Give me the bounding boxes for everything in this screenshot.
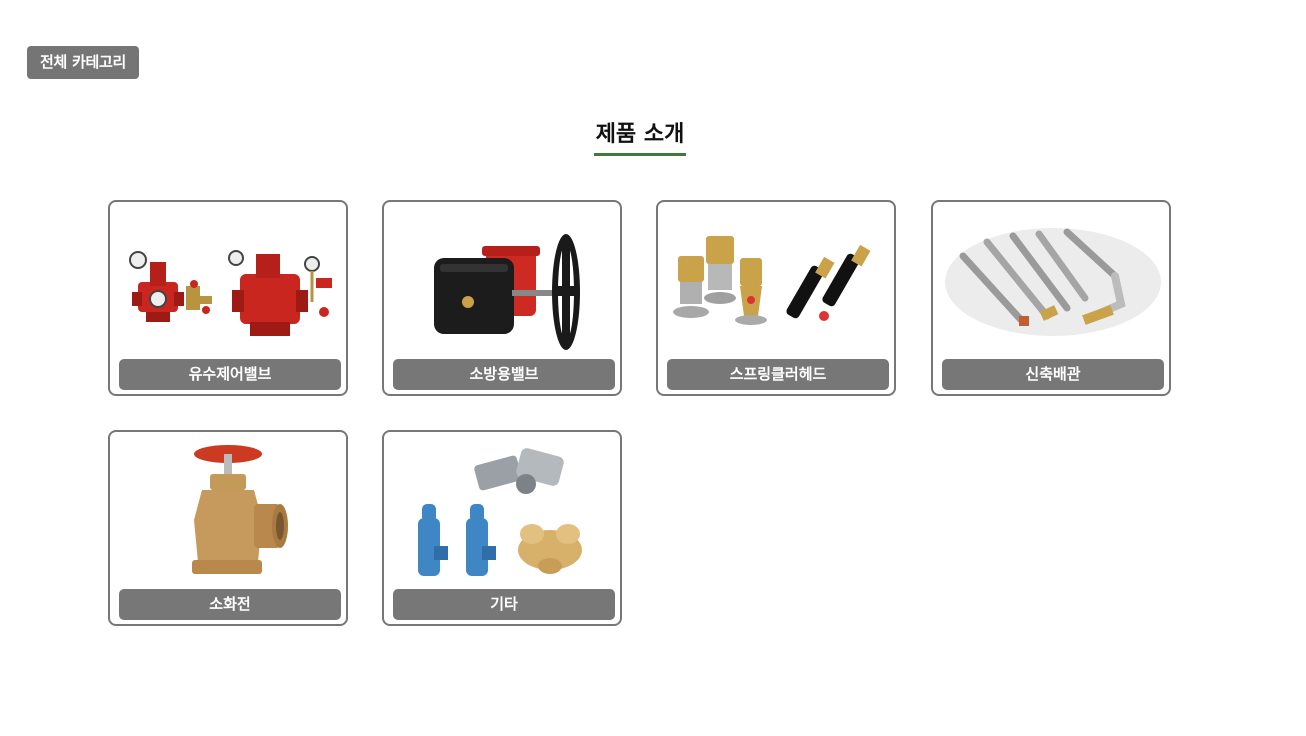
section-title-wrap: 제품 소개	[0, 116, 1280, 156]
product-label: 유수제어밸브	[119, 359, 341, 390]
flexible-pipe-icon	[943, 212, 1163, 350]
hydrant-valve-icon	[120, 442, 340, 580]
product-card-others[interactable]: 기타	[382, 430, 622, 626]
butterfly-valve-icon	[394, 212, 614, 350]
product-card-hydrant[interactable]: 소화전	[108, 430, 348, 626]
all-category-button[interactable]: 전체 카테고리	[27, 46, 139, 79]
alarm-valve-icon	[120, 212, 340, 350]
fittings-icon	[394, 442, 614, 580]
product-card-alarm-valve[interactable]: 유수제어밸브	[108, 200, 348, 396]
product-label: 소화전	[119, 589, 341, 620]
product-card-flexible-pipe[interactable]: 신축배관	[931, 200, 1171, 396]
page: 전체 카테고리 제품 소개 유수제어밸브 소방용밸브 스프링클러헤드 신축배관 …	[0, 0, 1306, 736]
product-label: 소방용밸브	[393, 359, 615, 390]
page-title: 제품 소개	[593, 116, 687, 156]
sprinkler-head-icon	[668, 212, 888, 350]
product-label: 신축배관	[942, 359, 1164, 390]
product-card-fire-valve[interactable]: 소방용밸브	[382, 200, 622, 396]
product-label: 스프링클러헤드	[667, 359, 889, 390]
product-card-sprinkler-head[interactable]: 스프링클러헤드	[656, 200, 896, 396]
product-label: 기타	[393, 589, 615, 620]
